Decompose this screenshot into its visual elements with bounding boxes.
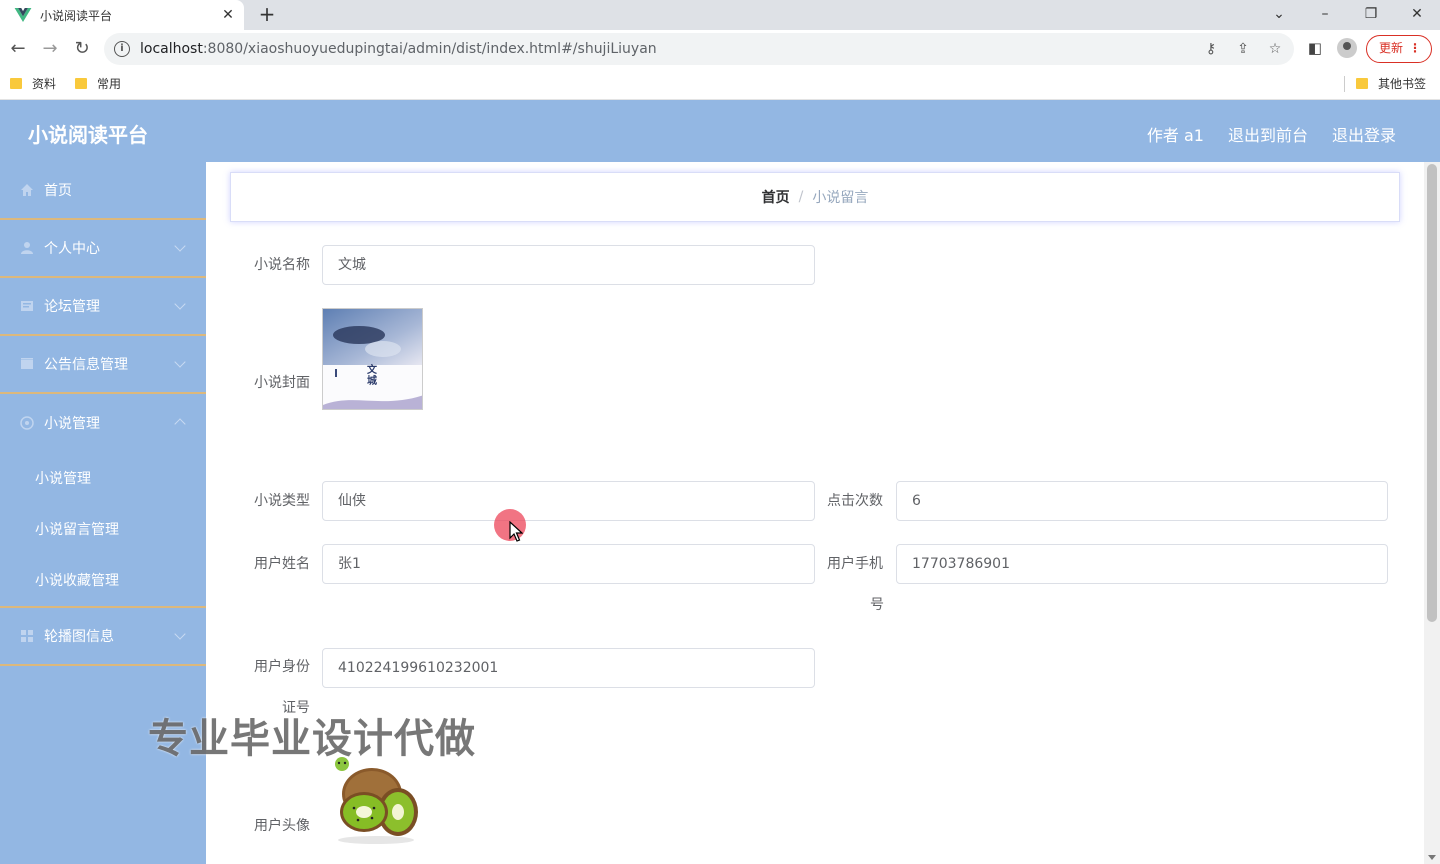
restore-icon[interactable]: ❐ — [1348, 0, 1394, 30]
other-bookmarks[interactable]: 其他书签 — [1356, 75, 1426, 92]
click-count-label: 点击次数 — [827, 493, 883, 509]
click-count-input[interactable]: 6 — [896, 481, 1388, 521]
folder-icon — [75, 78, 87, 89]
site-info-icon[interactable]: i — [114, 41, 130, 57]
sidebar-item-notice[interactable]: 公告信息管理 — [0, 336, 206, 394]
bookmarks-bar: 资料 常用 其他书签 — [0, 68, 1440, 100]
url-bar[interactable]: i localhost:8080/xiaoshuoyuedupingtai/ad… — [104, 33, 1294, 65]
url-text[interactable]: localhost:8080/xiaoshuoyuedupingtai/admi… — [140, 41, 657, 57]
novel-name-label: 小说名称 — [254, 257, 310, 273]
side-panel-icon[interactable]: ◧ — [1305, 38, 1325, 58]
bookmark-folder-changyong[interactable]: 常用 — [75, 75, 121, 92]
user-id-input[interactable]: 410224199610232001 — [322, 648, 815, 688]
user-phone-label-suffix: 号 — [870, 597, 884, 613]
breadcrumb: 首页 / 小说留言 — [230, 172, 1400, 222]
minimize-icon[interactable]: – — [1302, 0, 1348, 30]
bookmark-folder-ziliao[interactable]: 资料 — [10, 75, 56, 92]
folder-icon — [10, 78, 22, 89]
novel-cover-image[interactable]: 文城 — [322, 308, 423, 410]
logout-link[interactable]: 退出登录 — [1332, 122, 1396, 146]
user-name-label: 用户姓名 — [254, 556, 310, 572]
grid-icon — [21, 630, 33, 642]
key-icon[interactable]: ⚷ — [1202, 40, 1220, 58]
sidebar-subitem-novel-manage[interactable]: 小说管理 — [0, 452, 206, 503]
share-icon[interactable]: ⇪ — [1234, 40, 1252, 58]
app-title: 小说阅读平台 — [28, 123, 148, 147]
user-avatar-image[interactable] — [328, 750, 424, 846]
watermark-text: 专业毕业设计代做 — [148, 716, 476, 762]
forward-arrow-icon[interactable]: → — [34, 33, 66, 65]
reload-icon[interactable]: ↻ — [66, 33, 98, 65]
user-name-input[interactable]: 张1 — [322, 544, 815, 584]
tab-title: 小说阅读平台 — [40, 8, 113, 23]
browser-tab[interactable]: 小说阅读平台 ✕ — [0, 0, 244, 30]
chevron-down-icon — [174, 298, 186, 310]
back-arrow-icon[interactable]: ← — [2, 33, 34, 65]
bookmarks-separator — [1344, 76, 1345, 92]
book-icon — [20, 416, 34, 430]
sidebar-subitem-novel-comments[interactable]: 小说留言管理 — [0, 503, 206, 554]
vue-logo-icon — [14, 8, 32, 22]
sidebar-item-carousel[interactable]: 轮播图信息 — [0, 608, 206, 666]
back-to-frontend-link[interactable]: 退出到前台 — [1228, 122, 1308, 146]
chevron-down-icon — [174, 356, 186, 368]
close-window-icon[interactable]: ✕ — [1394, 0, 1440, 30]
novel-type-input[interactable]: 仙侠 — [322, 481, 815, 521]
scroll-thumb[interactable] — [1427, 164, 1437, 622]
header-links: 作者 a1 退出到前台 退出登录 — [1147, 122, 1396, 146]
book-cover-art — [323, 309, 422, 409]
chevron-down-icon — [174, 628, 186, 640]
profile-avatar-icon[interactable] — [1337, 38, 1357, 58]
home-icon — [21, 184, 33, 196]
app-header: 小说阅读平台 作者 a1 退出到前台 退出登录 — [0, 100, 1440, 162]
sidebar-item-forum[interactable]: 论坛管理 — [0, 278, 206, 336]
chevron-down-icon — [174, 240, 186, 252]
address-toolbar: ← → ↻ i localhost:8080/xiaoshuoyueduping… — [0, 30, 1440, 68]
user-phone-label: 用户手机 — [827, 556, 883, 572]
chevron-up-icon — [174, 418, 186, 430]
page-scrollbar[interactable] — [1424, 162, 1440, 864]
update-button[interactable]: 更新 ⋮ — [1366, 35, 1432, 63]
user-phone-input[interactable]: 17703786901 — [896, 544, 1388, 584]
breadcrumb-current: 小说留言 — [812, 190, 869, 206]
scroll-down-arrow-icon[interactable] — [1428, 855, 1436, 860]
user-avatar-label: 用户头像 — [254, 818, 310, 834]
folder-icon — [1356, 78, 1368, 89]
notice-icon — [21, 358, 33, 369]
sidebar-subitem-novel-favorites[interactable]: 小说收藏管理 — [0, 554, 206, 608]
breadcrumb-separator: / — [798, 189, 804, 205]
browser-tab-strip: 小说阅读平台 ✕ + ⌄ – ❐ ✕ — [0, 0, 1440, 30]
menu-dots-icon[interactable]: ⋮ — [1409, 36, 1421, 61]
sidebar-item-novel-manage[interactable]: 小说管理 — [0, 394, 206, 452]
mouse-cursor-icon — [509, 521, 523, 542]
tab-close-icon[interactable]: ✕ — [218, 5, 238, 25]
forum-icon — [21, 301, 33, 311]
star-bookmark-icon[interactable]: ☆ — [1266, 40, 1284, 58]
author-account-link[interactable]: 作者 a1 — [1147, 122, 1204, 146]
sidebar-item-personal-center[interactable]: 个人中心 — [0, 220, 206, 278]
novel-name-input[interactable]: 文城 — [322, 245, 815, 285]
novel-type-label: 小说类型 — [254, 493, 310, 509]
breadcrumb-home[interactable]: 首页 — [762, 187, 790, 207]
new-tab-button[interactable]: + — [254, 2, 280, 28]
user-icon — [21, 242, 33, 254]
novel-cover-label: 小说封面 — [254, 375, 310, 391]
tab-search-chevron-icon[interactable]: ⌄ — [1256, 0, 1302, 30]
sidebar-item-home[interactable]: 首页 — [0, 162, 206, 220]
user-id-label: 用户身份 — [254, 659, 310, 675]
